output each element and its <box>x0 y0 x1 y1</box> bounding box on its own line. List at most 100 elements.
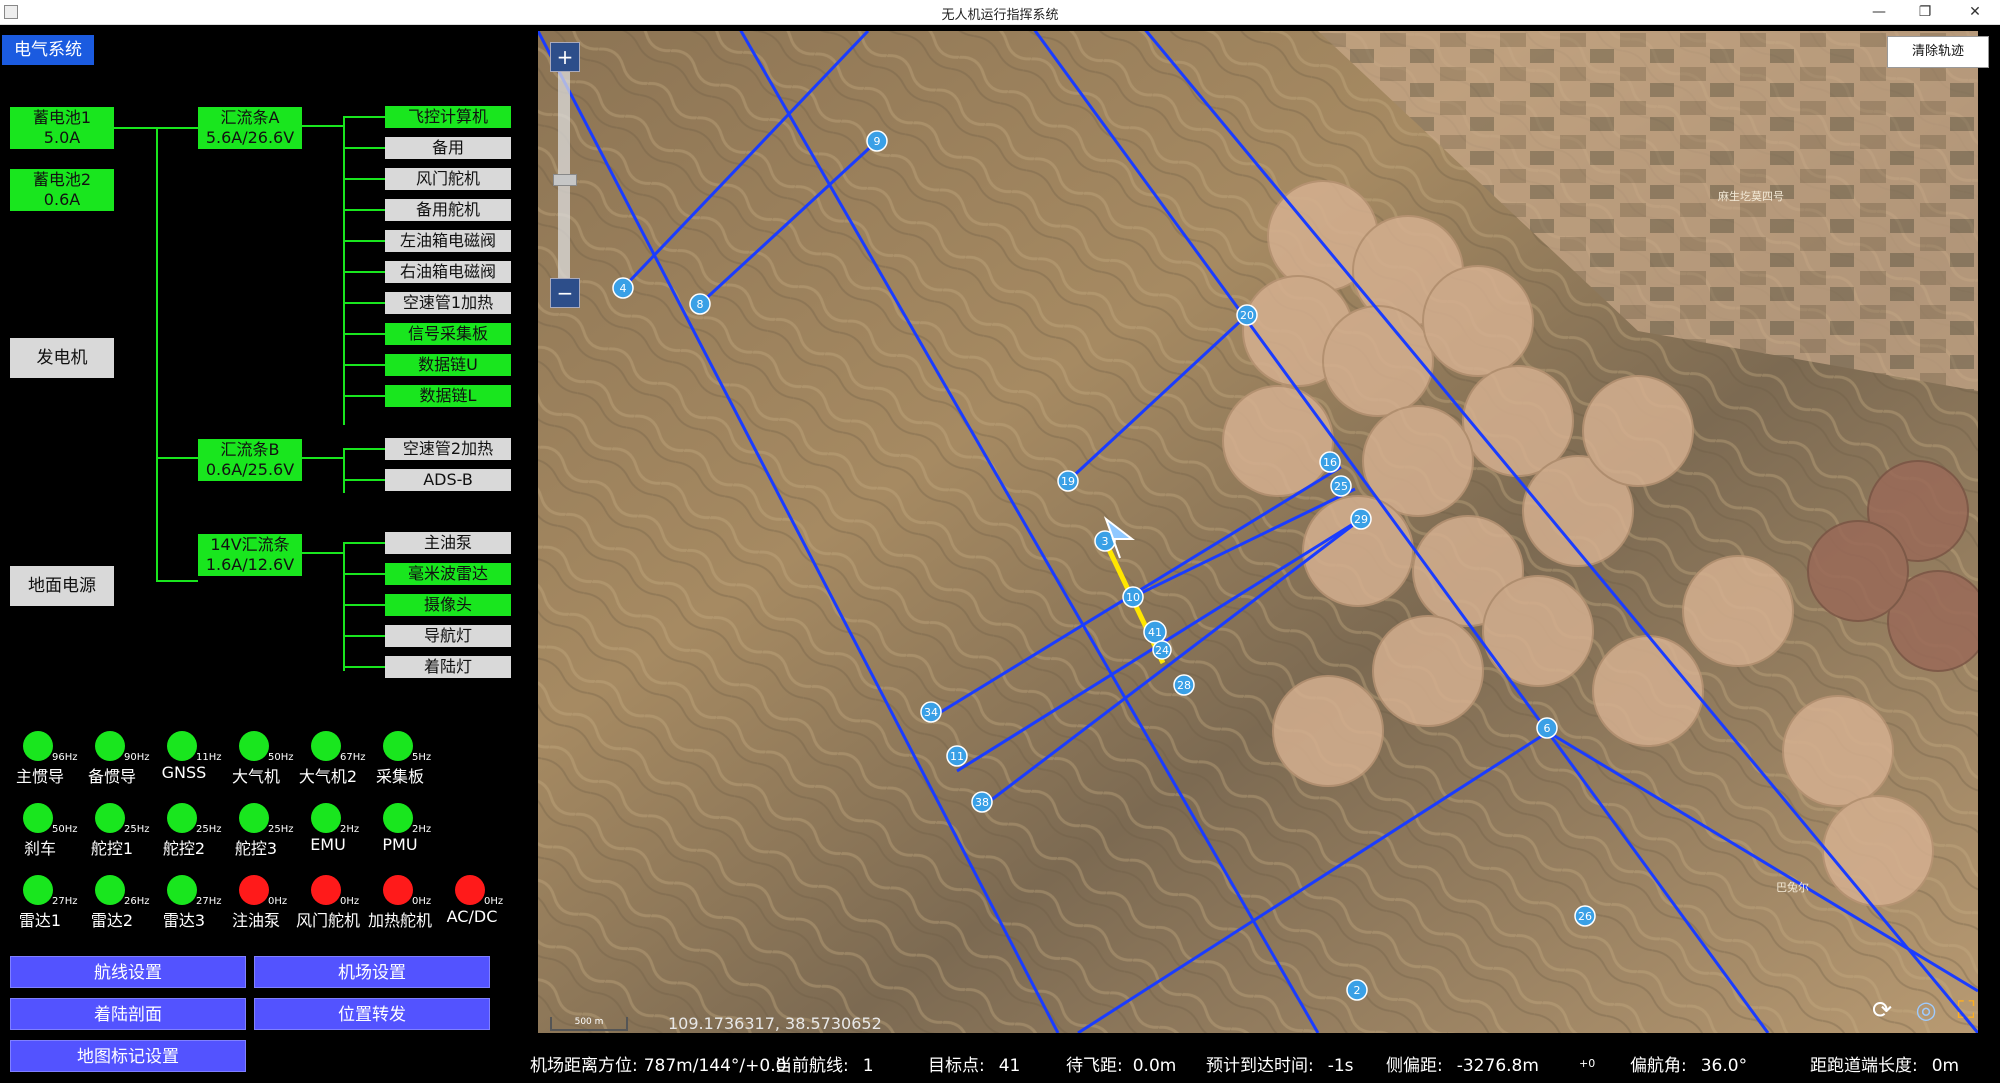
zoom-in-button[interactable]: + <box>550 42 580 72</box>
waypoint-label: 26 <box>1578 910 1592 923</box>
waypoint-marker[interactable]: 6 <box>1536 717 1558 739</box>
waypoint-label: 2 <box>1354 984 1361 997</box>
status-lamp-icon <box>95 731 125 761</box>
fullscreen-icon[interactable]: ⛶ <box>1952 996 1980 1024</box>
waypoint-marker[interactable]: 28 <box>1173 674 1195 696</box>
waypoint-marker[interactable]: 24 <box>1152 640 1172 660</box>
map-marks-button[interactable]: 地图标记设置 <box>10 1040 246 1072</box>
indicator-name: 雷达1 <box>18 911 62 930</box>
position-relay-button[interactable]: 位置转发 <box>254 998 490 1030</box>
connector-line <box>156 457 198 459</box>
close-icon[interactable]: ✕ <box>1960 2 1990 22</box>
status-indicator: 67Hz 大气机2 <box>294 731 366 787</box>
waypoint-label: 41 <box>1148 626 1162 639</box>
status-label: 机场距离方位: <box>530 1056 638 1076</box>
indicator-frequency: 2Hz <box>412 824 432 835</box>
indicator-name: 雷达3 <box>162 911 206 930</box>
connector-line <box>343 116 385 118</box>
waypoint-marker[interactable]: 25 <box>1330 475 1352 497</box>
indicator-frequency: 25Hz <box>196 824 222 835</box>
restore-icon[interactable]: ❐ <box>1910 2 1940 22</box>
status-lamp-icon <box>239 875 269 905</box>
waypoint-marker[interactable]: 2 <box>1346 979 1368 1001</box>
bus-14v-box: 14V汇流条 1.6A/12.6V <box>198 534 302 576</box>
battery1-box: 蓄电池1 5.0A <box>10 107 114 149</box>
indicator-name: 刹车 <box>23 839 56 858</box>
status-eta: 预计到达时间: -1s <box>1206 1051 1354 1076</box>
refresh-icon[interactable]: ⟳ <box>1868 996 1896 1024</box>
clear-track-button[interactable]: 清除轨迹 <box>1887 36 1989 68</box>
waypoint-label: 24 <box>1155 644 1169 657</box>
waypoint-label: 9 <box>874 135 881 148</box>
waypoint-marker[interactable]: 11 <box>946 745 968 767</box>
load-box: 数据链U <box>385 354 511 376</box>
connector-line <box>343 147 385 149</box>
load-box: 左油箱电磁阀 <box>385 230 511 252</box>
status-lamp-icon <box>383 803 413 833</box>
status-label: 当前航线: <box>775 1056 849 1076</box>
waypoint-marker[interactable]: 29 <box>1350 508 1372 530</box>
indicator-frequency: 96Hz <box>52 752 78 763</box>
waypoint-marker[interactable]: 16 <box>1319 451 1341 473</box>
indicator-frequency: 0Hz <box>340 896 360 907</box>
indicator-frequency: 0Hz <box>412 896 432 907</box>
status-indicator: 50Hz 刹车 <box>6 803 78 859</box>
tab-electrical[interactable]: 电气系统 <box>2 35 94 65</box>
landing-profile-button[interactable]: 着陆剖面 <box>10 998 246 1030</box>
minimize-icon[interactable]: — <box>1864 2 1894 22</box>
status-indicator: 25Hz 舵控3 <box>222 803 294 859</box>
waypoint-label: 19 <box>1061 475 1075 488</box>
battery2-name: 蓄电池2 <box>32 170 92 189</box>
route-settings-button[interactable]: 航线设置 <box>10 956 246 988</box>
indicator-frequency: 27Hz <box>52 896 78 907</box>
waypoint-marker[interactable]: 38 <box>971 791 993 813</box>
indicator-frequency: 90Hz <box>124 752 150 763</box>
map-canvas[interactable]: 9 4 8 20 19 16 25 29 3 10 41 24 28 34 11… <box>538 31 1978 1033</box>
indicator-name: 舵控1 <box>90 839 134 858</box>
status-runway: 距跑道端长度: 0m <box>1810 1051 1959 1076</box>
status-indicator: 0Hz 风门舵机 <box>294 875 364 931</box>
waypoint-marker[interactable]: 19 <box>1057 470 1079 492</box>
waypoint-marker[interactable]: 26 <box>1574 905 1596 927</box>
zoom-slider-thumb[interactable] <box>553 174 577 186</box>
zoom-out-button[interactable]: − <box>550 278 580 308</box>
indicator-name: GNSS <box>161 763 207 782</box>
load-box: 飞控计算机 <box>385 106 511 128</box>
window-title: 无人机运行指挥系统 <box>941 8 1059 23</box>
status-lamp-icon <box>311 875 341 905</box>
load-box: 导航灯 <box>385 625 511 647</box>
waypoint-marker[interactable]: 9 <box>866 130 888 152</box>
indicator-frequency: 0Hz <box>268 896 288 907</box>
connector-line <box>343 209 385 211</box>
connector-line <box>156 127 158 582</box>
connector-line <box>343 542 385 544</box>
indicator-frequency: 2Hz <box>340 824 360 835</box>
status-indicator: 27Hz 雷达3 <box>150 875 222 931</box>
waypoint-marker[interactable]: 34 <box>920 701 942 723</box>
status-lamp-icon <box>455 875 485 905</box>
waypoint-marker[interactable]: 20 <box>1236 304 1258 326</box>
waypoint-marker[interactable]: 10 <box>1122 586 1144 608</box>
status-value: 36.0° <box>1700 1056 1748 1076</box>
indicator-frequency: 27Hz <box>196 896 222 907</box>
globe-icon[interactable]: ◎ <box>1912 996 1940 1024</box>
connector-line <box>302 125 344 127</box>
battery2-value: 0.6A <box>43 190 81 209</box>
load-box: 摄像头 <box>385 594 511 616</box>
waypoint-label: 11 <box>950 750 964 763</box>
connector-line <box>302 457 344 459</box>
map-view[interactable]: 9 4 8 20 19 16 25 29 3 10 41 24 28 34 11… <box>538 31 1978 1033</box>
waypoint-marker[interactable]: 8 <box>689 293 711 315</box>
status-xtrack-sub: +0 <box>1579 1057 1596 1070</box>
airport-settings-button[interactable]: 机场设置 <box>254 956 490 988</box>
status-indicator: 5Hz 采集板 <box>366 731 436 787</box>
status-indicator: 25Hz 舵控2 <box>150 803 222 859</box>
load-box: 空速管1加热 <box>385 292 511 314</box>
load-box: 空速管2加热 <box>385 438 511 460</box>
indicator-name: 备惯导 <box>87 767 136 786</box>
status-lamp-icon <box>383 875 413 905</box>
waypoint-marker[interactable]: 4 <box>612 277 634 299</box>
connector-line <box>343 666 385 668</box>
waypoint-marker[interactable]: 41 <box>1143 620 1167 644</box>
bus-b-name: 汇流条B <box>220 440 280 459</box>
